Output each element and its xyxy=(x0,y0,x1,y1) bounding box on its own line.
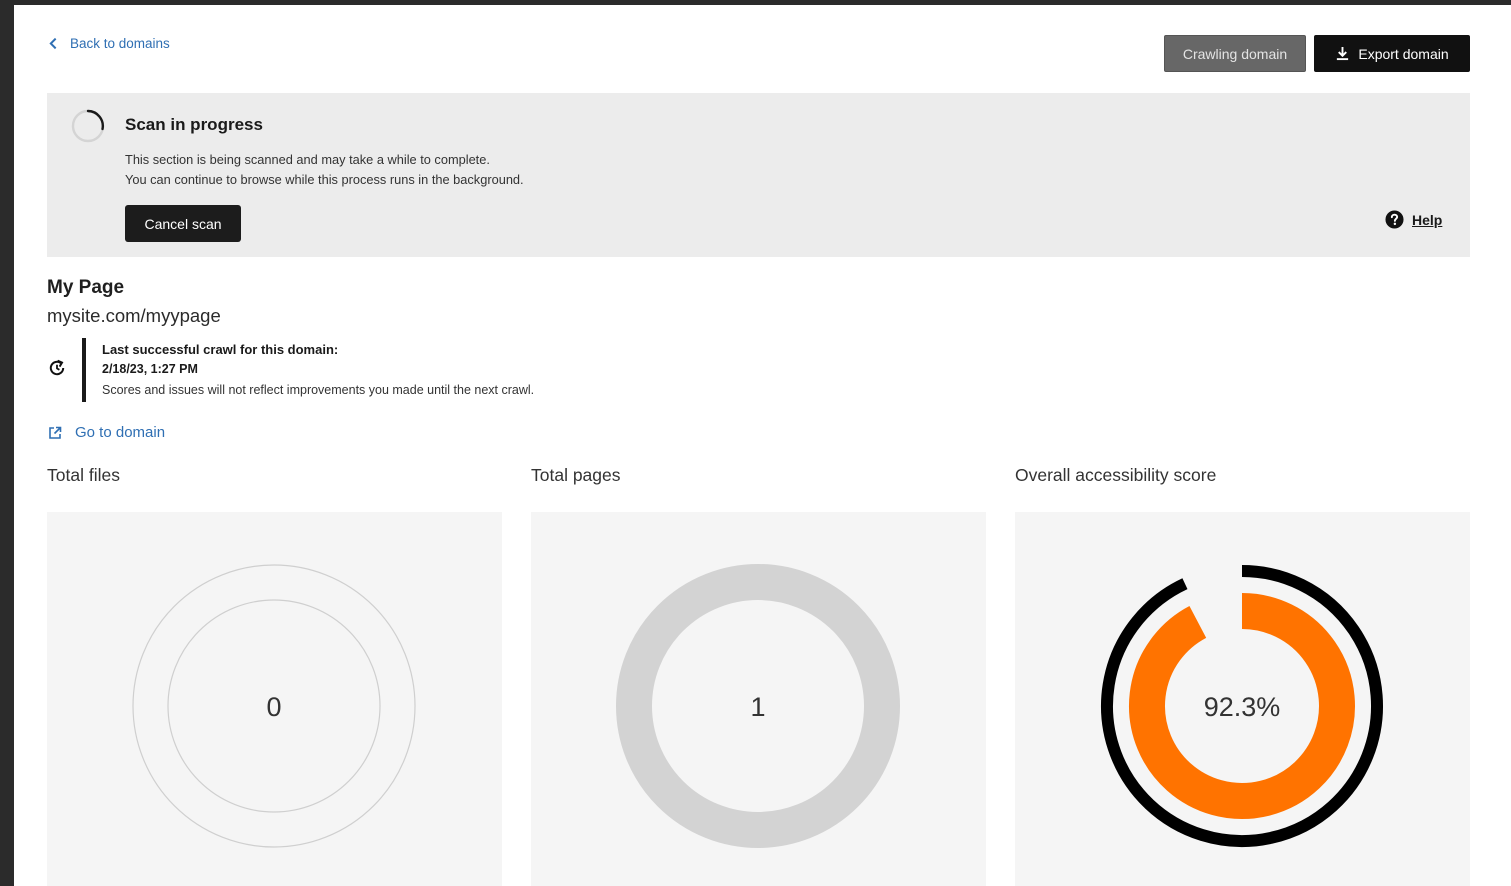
scan-description-line-1: This section is being scanned and may ta… xyxy=(125,152,490,167)
cancel-scan-button[interactable]: Cancel scan xyxy=(125,205,241,242)
spinner-icon xyxy=(71,109,105,143)
accessibility-score-label: Overall accessibility score xyxy=(1015,465,1217,485)
export-domain-button[interactable]: Export domain xyxy=(1314,35,1470,72)
scan-in-progress-panel: Scan in progress This section is being s… xyxy=(47,93,1470,257)
refresh-icon xyxy=(49,359,65,376)
accessibility-score-card: 92.3% xyxy=(1015,512,1470,886)
question-circle-icon xyxy=(1385,210,1404,229)
help-link[interactable]: Help xyxy=(1385,210,1442,229)
total-pages-card: 1 xyxy=(531,512,986,886)
total-pages-value: 1 xyxy=(750,692,765,722)
go-to-domain-link[interactable]: Go to domain xyxy=(47,424,165,441)
scan-title: Scan in progress xyxy=(125,115,263,134)
back-to-domains-link[interactable]: Back to domains xyxy=(47,36,170,51)
export-domain-label: Export domain xyxy=(1358,45,1449,62)
crawling-domain-button[interactable]: Crawling domain xyxy=(1164,35,1306,72)
total-files-card: 0 xyxy=(47,512,502,886)
total-pages-donut: 1 xyxy=(616,564,900,848)
crawling-domain-label: Crawling domain xyxy=(1182,45,1288,62)
total-files-label: Total files xyxy=(47,465,120,485)
accessibility-score-donut: 92.3% xyxy=(1101,565,1384,847)
help-label: Help xyxy=(1412,211,1443,228)
total-files-donut: 0 xyxy=(132,564,416,848)
cancel-scan-label: Cancel scan xyxy=(144,215,222,232)
chevron-left-icon xyxy=(49,37,57,50)
external-link-icon xyxy=(49,426,62,439)
last-crawl-date: 2/18/23, 1:27 PM xyxy=(102,362,198,376)
go-to-domain-label: Go to domain xyxy=(75,424,166,441)
crawl-info-divider xyxy=(82,338,86,402)
domain-detail-page: Back to domains Crawling domain Export d… xyxy=(14,5,1511,886)
total-pages-label: Total pages xyxy=(531,465,621,485)
page-title: My Page xyxy=(47,277,125,298)
total-files-value: 0 xyxy=(266,692,281,722)
back-link-label: Back to domains xyxy=(70,36,170,51)
page-url: mysite.com/myypage xyxy=(47,305,221,326)
download-icon xyxy=(1337,46,1349,61)
accessibility-score-value: 92.3% xyxy=(1204,692,1281,722)
scan-description-line-2: You can continue to browse while this pr… xyxy=(125,172,524,187)
last-crawl-label: Last successful crawl for this domain: xyxy=(102,342,339,357)
crawl-note: Scores and issues will not reflect impro… xyxy=(102,383,535,397)
